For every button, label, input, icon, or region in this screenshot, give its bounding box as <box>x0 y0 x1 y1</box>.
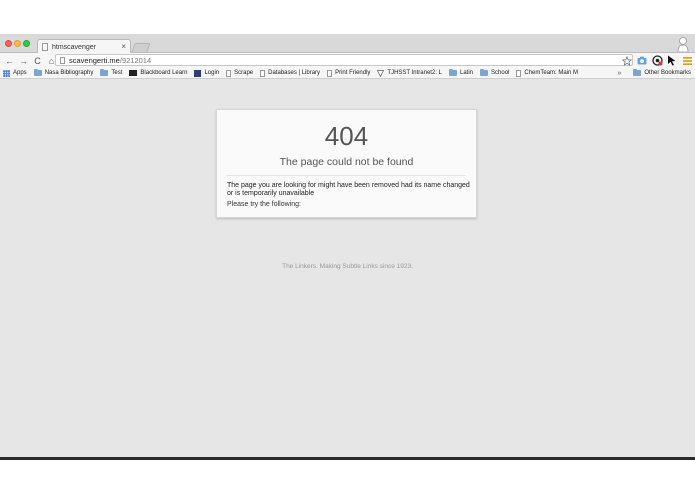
folder-icon <box>480 69 489 76</box>
bookmark-label: Latin <box>460 70 474 76</box>
url-path: /9212014 <box>119 55 152 65</box>
shield-icon <box>377 69 385 77</box>
browser-toolbar: ← → C ⌂ scavengerti.me/9212014 <box>0 53 695 68</box>
new-tab-button[interactable] <box>131 43 151 52</box>
address-bar[interactable]: scavengerti.me/9212014 <box>55 54 633 66</box>
more-bookmarks-icon[interactable]: » <box>617 70 621 77</box>
bookmark-school[interactable]: School <box>480 69 510 76</box>
bookmark-label: Scrape <box>234 70 254 76</box>
bookmark-chemteam[interactable]: ChemTeam: Main M <box>516 69 579 77</box>
login-icon <box>194 69 202 77</box>
bookmark-label: Print Friendly <box>335 70 371 76</box>
error-message: The page you are looking for might have … <box>227 182 470 197</box>
page-icon <box>226 69 232 77</box>
bookmark-apps[interactable]: Apps <box>3 69 27 77</box>
bookmark-databases-library[interactable]: Databases | Library <box>260 69 321 77</box>
error-card: 404 The page could not be found The page… <box>216 109 477 218</box>
page-icon <box>516 69 522 77</box>
bookmark-label: Nasa Bibliography <box>44 70 94 76</box>
try-following-text: Please try the following: <box>227 201 301 208</box>
blackboard-icon <box>129 70 138 76</box>
forward-icon[interactable]: → <box>17 54 30 67</box>
url-text: scavengerti.me/9212014 <box>69 56 151 65</box>
tab-htmscavenger[interactable]: htmscavenger × <box>37 39 131 54</box>
tab-close-icon[interactable]: × <box>121 43 126 51</box>
bookmark-latin[interactable]: Latin <box>449 69 474 76</box>
footer-text: The Linkers. Making Subtle Links since 1… <box>282 263 413 270</box>
divider <box>227 175 466 176</box>
bookmark-print-friendly[interactable]: Print Friendly <box>327 69 371 77</box>
bookmark-test[interactable]: Test <box>100 69 123 76</box>
folder-icon <box>633 69 642 76</box>
bookmark-nasa-bibliography[interactable]: Nasa Bibliography <box>33 69 94 76</box>
camera-extension-icon[interactable] <box>636 55 648 67</box>
bookmark-login[interactable]: Login <box>194 69 220 77</box>
bookmark-star-icon[interactable] <box>621 55 633 67</box>
page-info-icon[interactable] <box>60 56 65 64</box>
window-bottom-edge <box>0 457 695 460</box>
apps-grid-icon <box>3 69 10 77</box>
folder-icon <box>33 69 42 76</box>
bookmark-blackboard-learn[interactable]: Blackboard Learn <box>129 70 187 76</box>
profile-icon[interactable] <box>677 36 689 52</box>
bookmark-other-bookmarks[interactable]: Other Bookmarks <box>633 69 691 76</box>
extension-icons <box>621 54 693 67</box>
menu-icon[interactable] <box>681 55 693 67</box>
bookmark-label: Apps <box>13 70 27 76</box>
bookmark-label: ChemTeam: Main M <box>524 70 579 76</box>
bookmark-label: School <box>491 70 510 76</box>
folder-icon <box>100 69 109 76</box>
page-icon <box>327 69 333 77</box>
browser-window: htmscavenger × ← → C ⌂ scavengerti.me/92… <box>0 34 695 458</box>
reload-icon[interactable]: C <box>31 54 44 67</box>
bookmarks-bar: Apps Nasa Bibliography Test Blackboard L… <box>0 68 695 79</box>
page-icon <box>260 69 266 77</box>
error-code: 404 <box>324 121 369 151</box>
bookmark-label: Test <box>111 70 123 76</box>
page-icon <box>42 43 48 51</box>
bookmark-label: Login <box>204 70 220 76</box>
bookmark-label: Databases | Library <box>268 70 321 76</box>
back-icon[interactable]: ← <box>3 54 16 67</box>
folder-icon <box>449 69 457 76</box>
error-title: The page could not be found <box>279 156 414 168</box>
bookmark-label: Other Bookmarks <box>644 70 691 76</box>
bookmark-label: TJHSST Intranet2: L <box>387 70 442 76</box>
page-content: 404 The page could not be found The page… <box>0 80 695 458</box>
bookmark-scrape[interactable]: Scrape <box>226 69 254 77</box>
cursor-extension-icon[interactable] <box>666 55 678 67</box>
tab-strip: htmscavenger × <box>0 34 695 54</box>
url-host: scavengerti.me <box>69 55 120 65</box>
bookmark-tjhsst-intranet[interactable]: TJHSST Intranet2: L <box>377 69 442 77</box>
minimize-window-button[interactable] <box>14 40 21 47</box>
close-window-button[interactable] <box>5 40 12 47</box>
zoom-window-button[interactable] <box>23 40 30 47</box>
tab-title: htmscavenger <box>52 43 96 51</box>
bookmark-label: Blackboard Learn <box>140 70 188 76</box>
target-extension-icon[interactable] <box>651 55 663 67</box>
